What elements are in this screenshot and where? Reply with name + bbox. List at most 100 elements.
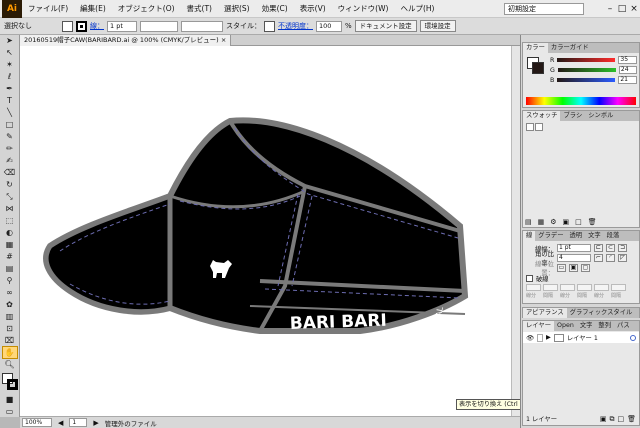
swatch-registration[interactable] <box>535 123 543 131</box>
new-sublayer-icon[interactable]: ⧉ <box>609 415 614 424</box>
pencil-tool-icon[interactable]: ✏ <box>3 143 17 154</box>
color-stroke-icon[interactable] <box>532 62 544 74</box>
artboard-prev-icon[interactable]: ◀ <box>58 419 63 427</box>
scale-tool-icon[interactable]: ⤡ <box>3 191 17 202</box>
perspective-grid-tool-icon[interactable]: ▦ <box>3 239 17 250</box>
tab-character[interactable]: 文字 <box>585 231 604 241</box>
align-inside-icon[interactable]: ▣ <box>569 264 578 272</box>
artboard-tool-icon[interactable]: ⊡ <box>3 323 17 334</box>
graph-tool-icon[interactable]: ▥ <box>3 311 17 322</box>
layer-expand-icon[interactable]: ▶ <box>546 334 551 341</box>
clip-mask-icon[interactable]: ▣ <box>600 415 607 424</box>
visibility-eye-icon[interactable]: 👁︎ <box>526 334 534 342</box>
channel-b-value[interactable]: 21 <box>618 76 637 84</box>
tab-paragraph[interactable]: 段落 <box>604 231 623 241</box>
width-tool-icon[interactable]: ⋈ <box>3 203 17 214</box>
swatch-options-icon[interactable]: ⚙ <box>550 218 556 226</box>
lock-toggle-icon[interactable] <box>537 333 543 342</box>
stroke-swatch[interactable] <box>76 20 87 32</box>
brush-select[interactable] <box>181 20 223 32</box>
rotate-tool-icon[interactable]: ↻ <box>3 179 17 190</box>
minimize-icon[interactable]: – <box>604 4 616 14</box>
layer-target-icon[interactable] <box>630 334 636 341</box>
hand-tool-icon[interactable]: ✋ <box>1 346 18 359</box>
shape-builder-tool-icon[interactable]: ◐ <box>3 227 17 238</box>
tab-open[interactable]: Open <box>554 321 577 331</box>
tab-align[interactable]: 整列 <box>595 321 614 331</box>
vertical-scrollbar[interactable] <box>511 46 520 416</box>
rectangle-tool-icon[interactable]: □ <box>3 119 17 130</box>
channel-r-value[interactable]: 35 <box>618 56 637 64</box>
new-layer-icon[interactable]: □ <box>617 415 624 424</box>
channel-g-slider[interactable] <box>557 68 616 72</box>
tab-color-guide[interactable]: カラーガイド <box>548 43 592 53</box>
menu-window[interactable]: ウィンドウ(W) <box>332 3 395 14</box>
swatch-library-icon[interactable]: ▤ <box>525 218 532 226</box>
new-swatch-icon[interactable]: □ <box>575 218 582 226</box>
type-tool-icon[interactable]: T <box>3 95 17 106</box>
align-outside-icon[interactable]: ▢ <box>581 264 590 272</box>
dash-input[interactable] <box>526 284 541 291</box>
delete-layer-icon[interactable]: 🗑︎ <box>627 415 636 424</box>
cap-butt-icon[interactable]: ⊏ <box>594 244 603 252</box>
menu-help[interactable]: ヘルプ(H) <box>394 3 440 14</box>
mesh-tool-icon[interactable]: # <box>3 251 17 262</box>
opacity-input[interactable]: 100 <box>316 20 342 32</box>
swatch-kind-icon[interactable]: ▦ <box>538 218 545 226</box>
gradient-tool-icon[interactable]: ▤ <box>3 263 17 274</box>
fill-stroke-widget[interactable] <box>2 373 18 391</box>
layer-row[interactable]: 👁︎ ▶ レイヤー 1 <box>523 332 639 343</box>
workspace-switcher[interactable]: 初期設定 <box>504 2 584 15</box>
artboard-next-icon[interactable]: ▶ <box>93 419 98 427</box>
join-bevel-icon[interactable]: ◸ <box>618 254 627 262</box>
maximize-icon[interactable]: □ <box>616 4 628 14</box>
eyedropper-tool-icon[interactable]: ⚲ <box>3 275 17 286</box>
blend-tool-icon[interactable]: ∞ <box>3 287 17 298</box>
swatch-none[interactable] <box>526 123 534 131</box>
zoom-tool-icon[interactable]: 🔍︎ <box>3 359 17 370</box>
fill-swatch[interactable] <box>62 20 73 32</box>
artboard-number[interactable]: 1 <box>69 418 88 427</box>
layer-name[interactable]: レイヤー 1 <box>567 333 598 342</box>
screen-mode-icon[interactable]: ▭ <box>3 406 17 417</box>
direct-selection-tool-icon[interactable]: ↖ <box>3 47 17 58</box>
menu-select[interactable]: 選択(S) <box>218 3 256 14</box>
join-miter-icon[interactable]: ⌐ <box>594 254 603 262</box>
cap-round-icon[interactable]: ⊂ <box>606 244 615 252</box>
free-transform-tool-icon[interactable]: ⬚ <box>3 215 17 226</box>
style-swatch[interactable] <box>264 20 275 32</box>
tab-type[interactable]: 文字 <box>577 321 596 331</box>
tab-brushes[interactable]: ブラシ <box>560 111 585 121</box>
join-round-icon[interactable]: ◜ <box>606 254 615 262</box>
pen-tool-icon[interactable]: ✒ <box>3 83 17 94</box>
tab-pathfinder[interactable]: パス <box>614 321 633 331</box>
artboard-canvas[interactable]: BARI BARI MEDAL <box>20 46 520 416</box>
tab-swatches[interactable]: スウォッチ <box>523 111 561 121</box>
menu-edit[interactable]: 編集(E) <box>74 3 112 14</box>
preferences-button[interactable]: 環境設定 <box>419 20 456 32</box>
selection-tool-icon[interactable]: ➤ <box>3 35 17 46</box>
menu-type[interactable]: 書式(T) <box>181 3 218 14</box>
menu-view[interactable]: 表示(V) <box>294 3 332 14</box>
menu-file[interactable]: ファイル(F) <box>22 3 74 14</box>
variable-width-select[interactable] <box>140 20 178 32</box>
tab-gradient[interactable]: グラデー <box>535 231 566 241</box>
menu-effect[interactable]: 効果(C) <box>256 3 294 14</box>
paintbrush-tool-icon[interactable]: ✎ <box>3 131 17 142</box>
tab-appearance[interactable]: アピアランス <box>523 308 567 318</box>
color-spectrum[interactable] <box>526 97 636 105</box>
document-tab[interactable]: 20160519帽子CAW(BARIBARD.ai @ 100% (CMYK/プ… <box>20 35 232 46</box>
delete-swatch-icon[interactable]: 🗑︎ <box>588 218 597 226</box>
menu-object[interactable]: オブジェクト(O) <box>112 3 181 14</box>
blob-brush-tool-icon[interactable]: ✍ <box>3 155 17 166</box>
channel-b-slider[interactable] <box>557 78 616 82</box>
tab-graphic-styles[interactable]: グラフィックスタイル <box>567 308 636 318</box>
lasso-tool-icon[interactable]: ℓ <box>3 71 17 82</box>
tab-stroke[interactable]: 線 <box>523 231 536 241</box>
close-icon[interactable]: × <box>628 4 640 14</box>
swatch-group-icon[interactable]: ▣ <box>563 218 570 226</box>
stroke-weight-input[interactable]: 1 pt <box>557 244 591 252</box>
close-tab-icon[interactable]: × <box>221 36 226 44</box>
dash-checkbox[interactable] <box>526 274 533 282</box>
color-mode-icon[interactable]: ■ <box>3 394 17 405</box>
